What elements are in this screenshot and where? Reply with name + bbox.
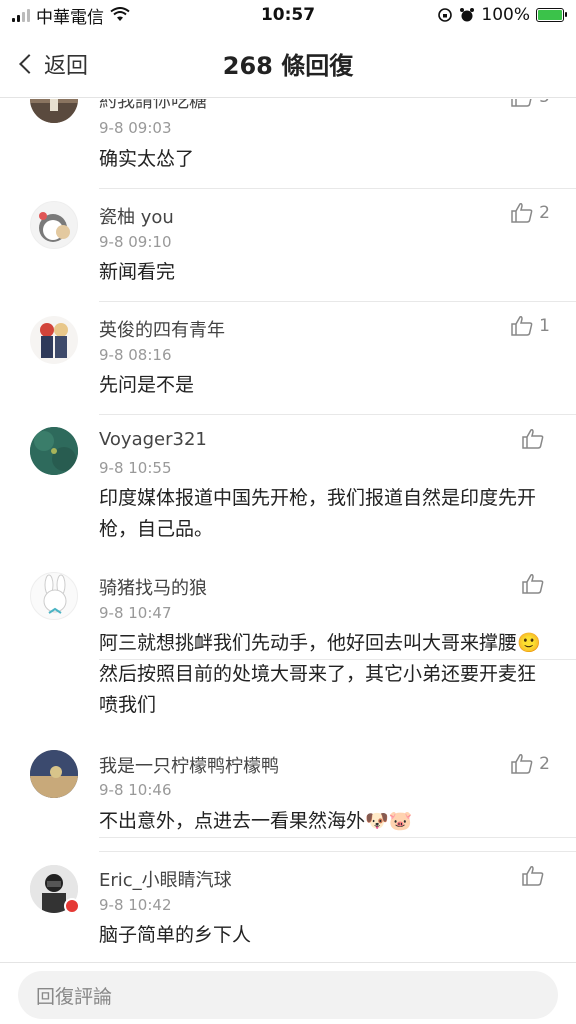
username[interactable]: 英俊的四有青年 <box>99 316 225 342</box>
thumbs-up-icon <box>511 99 532 107</box>
thumbs-up-icon <box>511 203 533 223</box>
comment-text: 不出意外，点进去一看果然海外🐶🐷 <box>99 810 413 832</box>
comment-text: 脑子简单的乡下人 <box>99 924 252 946</box>
back-button[interactable]: 返回 <box>16 48 88 80</box>
avatar[interactable] <box>30 201 78 249</box>
signal-icon <box>12 8 30 22</box>
battery-icon <box>536 8 567 22</box>
nav-bar: 返回 268 條回復 <box>0 30 576 98</box>
back-label: 返回 <box>44 54 89 79</box>
timestamp: 9-8 09:10 <box>99 233 172 251</box>
timestamp: 9-8 10:42 <box>99 896 172 914</box>
avatar[interactable] <box>30 316 78 364</box>
thumbs-up-icon <box>522 574 544 594</box>
timestamp: 9-8 10:55 <box>99 459 172 477</box>
reply-bar: 回復評論 <box>0 962 576 1024</box>
thumbs-up-icon <box>511 754 533 774</box>
divider <box>99 851 576 852</box>
comment-list[interactable]: 約我請你吃糖 5 9-8 09:03 确实太怂了 瓷柚 you 2 9-8 09… <box>0 99 576 961</box>
comment-text: 阿三就想挑衅我们先动手，他好回去叫大哥来撑腰🙂然后按照目前的处境大哥来了，其它小… <box>99 632 541 716</box>
username[interactable]: 骑猪找马的狼 <box>99 574 207 600</box>
comment-text: 确实太怂了 <box>99 148 195 170</box>
alarm-icon <box>460 8 475 22</box>
status-bar: 中華電信 10:57 100% <box>0 0 576 30</box>
divider <box>99 414 576 415</box>
thumbs-up-icon <box>522 429 544 449</box>
like-button[interactable]: 2 <box>511 754 550 774</box>
username[interactable]: 我是一只柠檬鸭柠檬鸭 <box>99 752 279 778</box>
like-count: 1 <box>539 316 550 336</box>
divider <box>99 837 576 838</box>
username[interactable]: Eric_小眼睛汽球 <box>99 866 232 892</box>
avatar[interactable] <box>30 572 78 620</box>
divider <box>99 188 576 189</box>
like-button[interactable] <box>522 574 550 594</box>
verified-badge <box>64 898 80 914</box>
comment-text: 先问是不是 <box>99 374 195 396</box>
timestamp: 9-8 09:03 <box>99 119 172 137</box>
status-time: 10:57 <box>260 5 316 25</box>
carrier-label: 中華電信 <box>36 7 104 28</box>
like-button[interactable] <box>522 866 550 886</box>
like-button[interactable]: 1 <box>511 316 550 336</box>
like-count: 2 <box>539 203 550 223</box>
wifi-icon <box>110 7 130 21</box>
comment-text: 印度媒体报道中国先开枪，我们报道自然是印度先开枪，自己品。 <box>99 487 537 540</box>
timestamp: 9-8 10:46 <box>99 781 172 799</box>
thumbs-up-icon <box>511 316 533 336</box>
username[interactable]: Voyager321 <box>99 429 207 450</box>
avatar[interactable] <box>30 427 78 475</box>
like-button[interactable] <box>522 429 550 449</box>
rotation-lock-icon <box>438 8 453 22</box>
battery-percent: 100% <box>481 5 530 25</box>
status-right: 100% <box>364 5 567 25</box>
like-count: 2 <box>539 754 550 774</box>
username[interactable]: 瓷柚 you <box>99 203 174 229</box>
comment-text: 新闻看完 <box>99 261 176 283</box>
avatar[interactable] <box>30 99 78 123</box>
thumbs-up-icon <box>522 866 544 886</box>
username[interactable]: 約我請你吃糖 <box>99 99 207 113</box>
timestamp: 9-8 08:16 <box>99 346 172 364</box>
timestamp: 9-8 10:47 <box>99 604 172 622</box>
avatar[interactable] <box>30 750 78 798</box>
like-count: 5 <box>539 99 550 107</box>
like-button[interactable]: 2 <box>511 203 550 223</box>
like-button[interactable]: 5 <box>511 99 550 107</box>
status-left: 中華電信 <box>12 3 212 28</box>
divider <box>99 301 576 302</box>
chevron-left-icon <box>19 54 39 74</box>
reply-input[interactable]: 回復評論 <box>18 971 558 1019</box>
